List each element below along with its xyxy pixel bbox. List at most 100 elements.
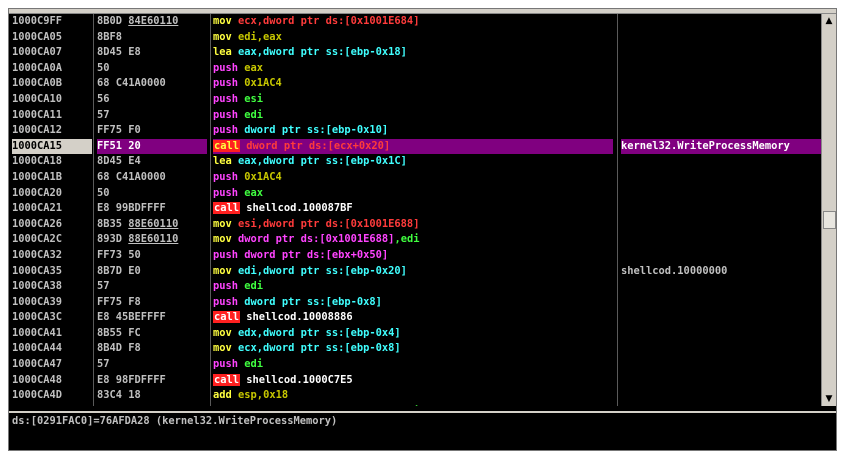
- vertical-scrollbar[interactable]: ▲ ▼: [821, 14, 836, 406]
- hex-segment: 50: [97, 186, 110, 199]
- mnemonic: call: [213, 139, 241, 152]
- instruction-cell: mov ecx,dword ptr ds:[0x1001E684]: [213, 14, 613, 30]
- hex-segment: FF75 F0: [97, 124, 141, 137]
- hex-segment: 893D: [97, 233, 129, 246]
- mnemonic: lea: [213, 46, 239, 59]
- mnemonic: mov: [213, 326, 239, 339]
- comment-cell: [621, 201, 826, 217]
- hex-dump-cell: 893D 88E60110: [97, 232, 207, 248]
- code-row[interactable]: 1000CA05 8BF8 mov edi,eax: [9, 30, 836, 46]
- hex-segment: 88E60110: [128, 233, 179, 246]
- hex-segment: 56: [97, 92, 110, 105]
- comment-cell: [621, 76, 826, 92]
- hex-dump-cell: 56: [97, 92, 207, 108]
- code-row[interactable]: 1000CA18 8D45 E4 lea eax,dword ptr ss:[ebp…: [9, 154, 836, 170]
- hex-segment: 8B7D E0: [97, 264, 141, 277]
- code-row[interactable]: 1000CA47 57 push edi: [9, 357, 836, 373]
- address-cell: 1000CA10: [12, 92, 63, 105]
- scroll-thumb[interactable]: [823, 211, 836, 229]
- operand: dword ptr ss:[ebp-0x10]: [244, 124, 389, 137]
- hex-segment: 68 C41A0000: [97, 77, 166, 90]
- disassembly-listing[interactable]: 1000C9FF 8B0D 84E60110 mov ecx,dword ptr d…: [9, 14, 836, 419]
- hex-dump-cell: 68 C41A0000: [97, 170, 207, 186]
- address-cell: 1000CA38: [12, 280, 63, 293]
- address-cell: 1000CA15: [12, 138, 92, 155]
- scroll-down-icon[interactable]: ▼: [822, 392, 836, 406]
- comment-cell: [621, 186, 826, 202]
- code-row[interactable]: 1000CA4D 83C4 18 add esp,0x18: [9, 388, 836, 404]
- code-row[interactable]: 1000CA26 8B35 88E60110 mov esi,dword ptr d…: [9, 217, 836, 233]
- hex-dump-cell: 8B55 FC: [97, 326, 207, 342]
- instruction-cell: push edi: [213, 279, 613, 295]
- code-row[interactable]: 1000CA20 50 push eax: [9, 186, 836, 202]
- operand: edi: [244, 108, 264, 121]
- mnemonic: mov: [213, 264, 239, 277]
- operand: ecx,dword ptr ds:[0x1001E684]: [238, 15, 420, 27]
- code-row[interactable]: 1000CA21 E8 99BDFFFF call shellcod.100087B…: [9, 201, 836, 217]
- code-row[interactable]: 1000CA2C 893D 88E60110 mov dword ptr ds:[0…: [9, 232, 836, 248]
- address-cell: 1000CA47: [12, 358, 63, 371]
- code-row[interactable]: 1000C9FF 8B0D 84E60110 mov ecx,dword ptr d…: [9, 14, 836, 30]
- address-cell: 1000CA26: [12, 217, 63, 230]
- hex-dump-cell: E8 98FDFFFF: [97, 373, 207, 389]
- instruction-cell: call shellcod.100087BF: [213, 201, 613, 217]
- code-row[interactable]: 1000CA0B 68 C41A0000 push 0x1AC4: [9, 76, 836, 92]
- operand: ecx,dword ptr ss:[ebp-0x8]: [238, 342, 401, 355]
- address-cell: 1000CA21: [12, 202, 63, 215]
- code-row[interactable]: 1000CA0A 50 push eax: [9, 61, 836, 77]
- hex-dump-cell: 8B35 88E60110: [97, 217, 207, 233]
- code-row[interactable]: 1000CA41 8B55 FC mov edx,dword ptr ss:[ebp…: [9, 326, 836, 342]
- comment-cell: [621, 123, 826, 139]
- instruction-cell: push dword ptr ds:[ebx+0x50]: [213, 248, 613, 264]
- comment-cell: [621, 341, 826, 357]
- selected-code-row[interactable]: 1000CA15 FF51 20 call dword ptr ds:[ecx+0x…: [9, 138, 836, 155]
- address-cell: 1000CA0B: [12, 77, 63, 90]
- instruction-cell: push 0x1AC4: [213, 170, 613, 186]
- mnemonic: mov: [213, 217, 239, 230]
- code-row[interactable]: 1000CA44 8B4D F8 mov ecx,dword ptr ss:[ebp…: [9, 341, 836, 357]
- code-row[interactable]: 1000CA48 E8 98FDFFFF call shellcod.1000C7E…: [9, 373, 836, 389]
- operand: eax,dword ptr ss:[ebp-0x18]: [238, 46, 407, 59]
- hex-dump-cell: E8 45BEFFFF: [97, 310, 207, 326]
- operand: edx,dword ptr ss:[ebp-0x4]: [238, 326, 401, 339]
- code-row[interactable]: 1000CA1B 68 C41A0000 push 0x1AC4: [9, 170, 836, 186]
- code-row[interactable]: 1000CA32 FF73 50 push dword ptr ds:[ebx+0x…: [9, 248, 836, 264]
- code-row[interactable]: 1000CA35 8B7D E0 mov edi,dword ptr ss:[ebp…: [9, 264, 836, 280]
- code-row[interactable]: 1000CA10 56 push esi: [9, 92, 836, 108]
- code-row[interactable]: 1000CA39 FF75 F8 push dword ptr ss:[ebp-0x…: [9, 295, 836, 311]
- instruction-cell: push edi: [213, 108, 613, 124]
- hex-segment: 57: [97, 280, 110, 293]
- scroll-up-icon[interactable]: ▲: [822, 14, 836, 28]
- code-row[interactable]: 1000CA12 FF75 F0 push dword ptr ss:[ebp-0x…: [9, 123, 836, 139]
- address-cell: 1000CA39: [12, 295, 63, 308]
- instruction-cell: mov ecx,dword ptr ss:[ebp-0x8]: [213, 341, 613, 357]
- mnemonic: push: [213, 124, 245, 137]
- hex-segment: 50: [97, 61, 110, 74]
- operand: eax,dword ptr ss:[ebp-0x1C]: [238, 155, 407, 168]
- operand: eax: [244, 61, 264, 74]
- hex-segment: 8BF8: [97, 30, 123, 43]
- instruction-cell: push dword ptr ss:[ebp-0x8]: [213, 295, 613, 311]
- comment-cell: [621, 92, 826, 108]
- hex-dump-cell: E8 99BDFFFF: [97, 201, 207, 217]
- operand: edi: [244, 280, 264, 293]
- instruction-cell: mov edi,eax: [213, 30, 613, 46]
- code-row[interactable]: 1000CA07 8D45 E8 lea eax,dword ptr ss:[ebp…: [9, 45, 836, 61]
- hex-dump-cell: 50: [97, 186, 207, 202]
- code-row[interactable]: 1000CA3C E8 45BEFFFF call shellcod.1000888…: [9, 310, 836, 326]
- code-row[interactable]: 1000CA11 57 push edi: [9, 108, 836, 124]
- comment-cell: [621, 14, 826, 30]
- operand: dword ptr ss:[ebp-0x8]: [244, 295, 382, 308]
- mnemonic: push: [213, 358, 245, 371]
- mnemonic: add: [213, 389, 239, 402]
- hex-dump-cell: FF73 50: [97, 248, 207, 264]
- hex-segment: E8 45BEFFFF: [97, 311, 166, 324]
- operand: dword ptr ds:[ecx+0x20]: [240, 139, 391, 152]
- comment-cell: [621, 248, 826, 264]
- comment-cell: [621, 279, 826, 295]
- hex-dump-cell: 57: [97, 357, 207, 373]
- code-row[interactable]: 1000CA38 57 push edi: [9, 279, 836, 295]
- mnemonic: mov: [213, 15, 239, 27]
- mnemonic: mov: [213, 342, 239, 355]
- comment-cell: [621, 357, 826, 373]
